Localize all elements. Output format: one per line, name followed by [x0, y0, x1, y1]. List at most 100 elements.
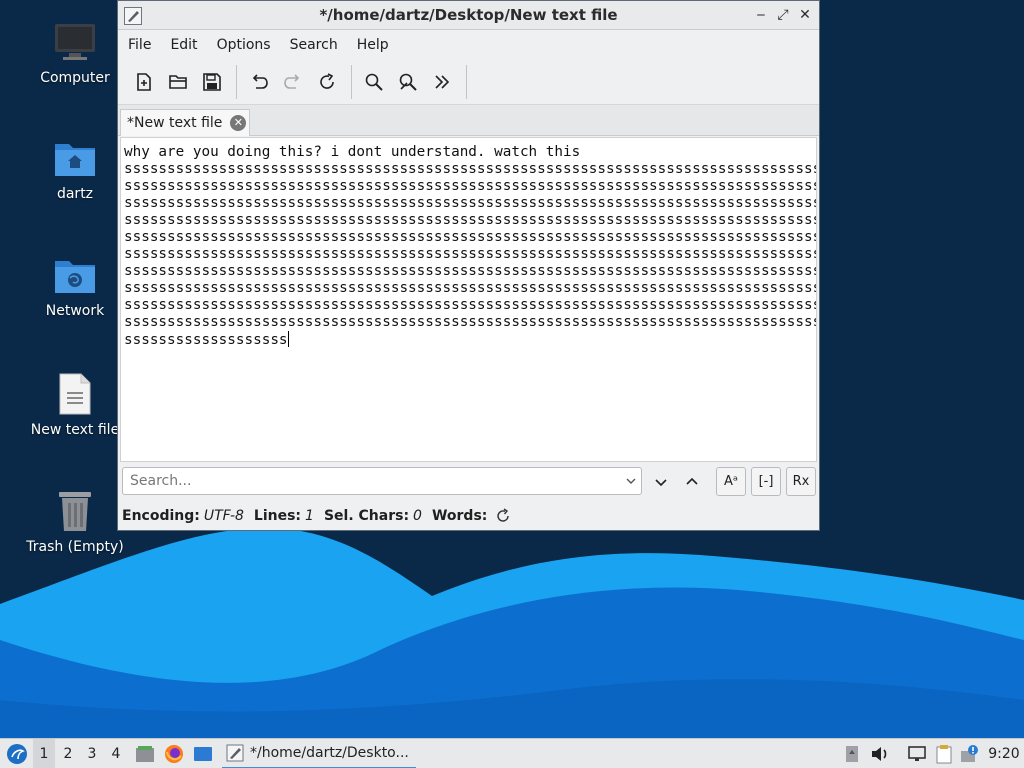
- editor-last-line: sssssssssssssssssss: [124, 331, 816, 349]
- toolbar: [118, 60, 819, 105]
- search-input[interactable]: [122, 467, 642, 495]
- save-icon: [203, 73, 221, 91]
- goto-line-button[interactable]: [426, 66, 458, 98]
- trash-icon: [59, 492, 91, 531]
- new-file-button[interactable]: [128, 66, 160, 98]
- editor-line: ssssssssssssssssssssssssssssssssssssssss…: [124, 229, 817, 245]
- taskbar-window-item[interactable]: */home/dartz/Deskto...: [222, 739, 416, 768]
- reload-button[interactable]: [311, 66, 343, 98]
- save-button[interactable]: [196, 66, 228, 98]
- editor-window: */home/dartz/Desktop/New text file ‒ ⤢ ✕…: [117, 0, 820, 531]
- removable-drive-button[interactable]: [842, 739, 862, 768]
- chevron-down-icon: [655, 478, 667, 486]
- tab-new-text-file[interactable]: *New text file ✕: [120, 109, 250, 136]
- encoding-label: Encoding:: [122, 508, 200, 524]
- editor-line: ssssssssssssssssssssssssssssssssssssssss…: [124, 280, 817, 296]
- show-desktop-button[interactable]: [191, 739, 215, 768]
- editor-line: ssssssssssssssssssssssssssssssssssssssss…: [124, 263, 817, 279]
- workspace-2[interactable]: 2: [57, 739, 79, 768]
- refresh-word-count-icon[interactable]: [495, 508, 511, 524]
- workspace-1[interactable]: 1: [33, 739, 55, 768]
- menubar: File Edit Options Search Help: [118, 30, 819, 60]
- update-notifier-icon: [961, 745, 978, 762]
- desktop-icon-label: dartz: [56, 186, 94, 202]
- desktop-icon-label: New text file: [30, 422, 120, 438]
- close-tab-icon[interactable]: ✕: [230, 115, 247, 131]
- search-bar: Aᵃ [-] Rx: [122, 467, 816, 497]
- desktop-icon-new-text-file[interactable]: New text file: [20, 372, 130, 438]
- home-folder-icon: [55, 144, 95, 176]
- open-folder-icon: [169, 75, 187, 89]
- desktop-icon: [194, 747, 212, 761]
- taskbar-window-title: */home/dartz/Deskto...: [250, 745, 409, 761]
- regex-toggle[interactable]: Rx: [786, 467, 816, 496]
- find-previous-button[interactable]: [677, 467, 707, 496]
- window-titlebar[interactable]: */home/dartz/Desktop/New text file ‒ ⤢ ✕: [118, 1, 819, 30]
- desktop-icon-network[interactable]: Network: [20, 255, 130, 319]
- lubuntu-logo-icon: [7, 744, 27, 764]
- chevron-up-icon: [686, 477, 698, 485]
- editor-line: ssssssssssssssssssssssssssssssssssssssss…: [124, 212, 817, 228]
- editor-line: ssssssssssssssssssssssssssssssssssssssss…: [124, 297, 817, 313]
- desktop-icon-label: Trash (Empty): [26, 539, 124, 555]
- volume-icon: [872, 747, 887, 761]
- close-button[interactable]: ✕: [797, 5, 813, 25]
- editor-line: ssssssssssssssssssssssssssssssssssssssss…: [124, 246, 817, 262]
- toolbar-separator: [466, 65, 467, 99]
- network-folder-icon: [55, 261, 95, 293]
- start-menu-button[interactable]: [4, 739, 30, 768]
- menu-options[interactable]: Options: [217, 37, 281, 53]
- find-next-button[interactable]: [646, 467, 676, 496]
- taskbar: 1 2 3 4 */home/dartz/Deskto... 9:20: [0, 738, 1024, 768]
- update-notifier-button[interactable]: [958, 739, 982, 768]
- editor-line: sssssssssssssssssss: [124, 332, 288, 348]
- redo-button[interactable]: [277, 66, 309, 98]
- desktop-icon-trash[interactable]: Trash (Empty): [20, 489, 130, 555]
- file-manager-launcher[interactable]: [133, 739, 157, 768]
- volume-button[interactable]: [868, 739, 892, 768]
- clipboard-icon: [936, 745, 952, 764]
- reload-icon: [320, 73, 334, 89]
- removable-drive-icon: [846, 746, 858, 762]
- menu-help[interactable]: Help: [357, 37, 399, 53]
- monitor-icon: [55, 24, 95, 60]
- menu-file[interactable]: File: [128, 37, 161, 53]
- desktop-icon-label: Network: [45, 303, 105, 319]
- whole-word-toggle[interactable]: [-]: [751, 467, 781, 496]
- editor-line: ssssssssssssssssssssssssssssssssssssssss…: [124, 195, 817, 211]
- desktop-icon-computer[interactable]: Computer: [20, 20, 130, 86]
- editor-line: ssssssssssssssssssssssssssssssssssssssss…: [124, 314, 817, 330]
- match-case-toggle[interactable]: Aᵃ: [716, 467, 746, 496]
- file-manager-icon: [136, 746, 154, 762]
- text-file-icon: [59, 373, 91, 415]
- words-label: Words:: [431, 508, 488, 524]
- encoding-value: UTF-8: [203, 508, 244, 524]
- clock[interactable]: 9:20: [986, 739, 1022, 768]
- text-editor-area[interactable]: why are you doing this? i dont understan…: [120, 137, 817, 462]
- maximize-button[interactable]: ⤢: [775, 5, 791, 25]
- undo-button[interactable]: [243, 66, 275, 98]
- text-caret: [287, 331, 289, 347]
- lines-label: Lines:: [253, 508, 302, 524]
- workspace-3[interactable]: 3: [81, 739, 103, 768]
- network-button[interactable]: [905, 739, 929, 768]
- open-file-button[interactable]: [162, 66, 194, 98]
- chevron-down-icon[interactable]: [624, 474, 638, 488]
- find-icon: [365, 73, 383, 91]
- tab-label: *New text file: [127, 115, 223, 131]
- find-replace-icon: [399, 73, 417, 91]
- sel-chars-label: Sel. Chars:: [323, 508, 410, 524]
- status-bar: Encoding: UTF-8 Lines: 1 Sel. Chars: 0 W…: [122, 506, 511, 526]
- tabbar: *New text file ✕: [118, 105, 819, 136]
- menu-edit[interactable]: Edit: [170, 37, 207, 53]
- minimize-button[interactable]: ‒: [753, 5, 769, 25]
- find-replace-button[interactable]: [392, 66, 424, 98]
- menu-search[interactable]: Search: [290, 37, 348, 53]
- clipboard-button[interactable]: [932, 739, 956, 768]
- redo-icon: [284, 74, 300, 89]
- find-button[interactable]: [358, 66, 390, 98]
- firefox-launcher[interactable]: [162, 739, 186, 768]
- text-editor-icon: [226, 744, 244, 762]
- desktop-icon-dartz[interactable]: dartz: [20, 138, 130, 202]
- workspace-4[interactable]: 4: [105, 739, 127, 768]
